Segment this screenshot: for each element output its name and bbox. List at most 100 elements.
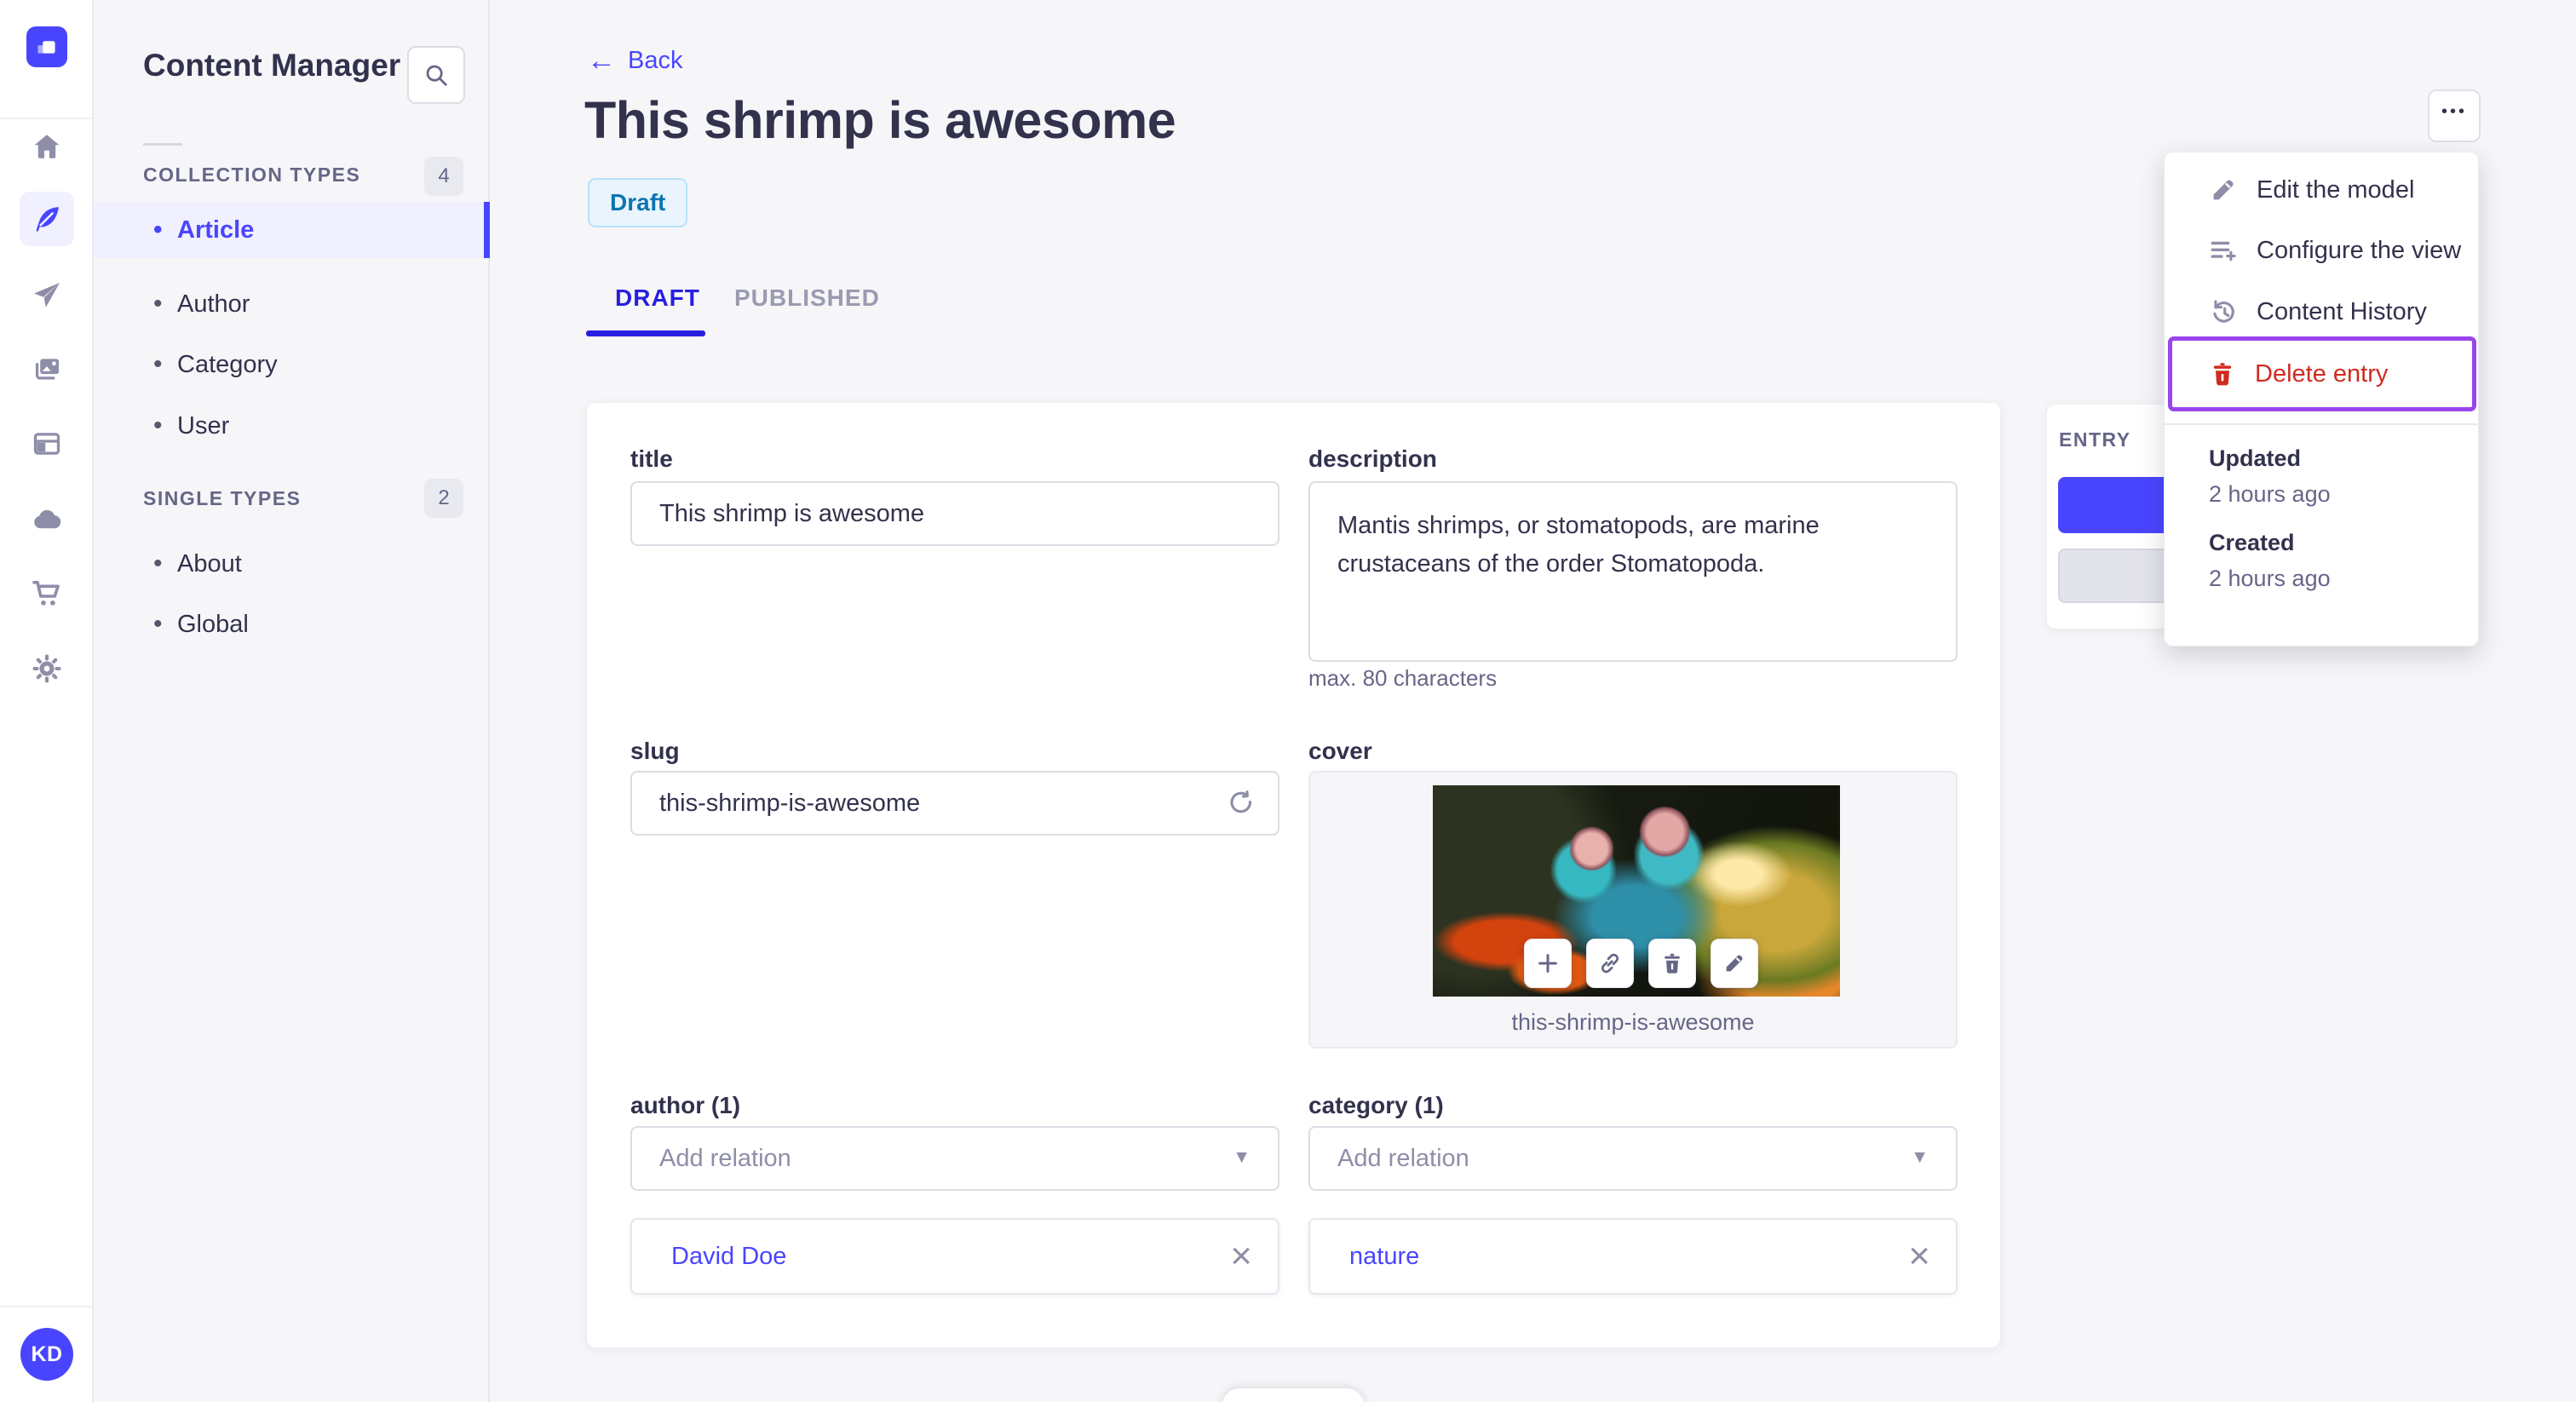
- created-label: Created: [2209, 530, 2295, 555]
- trash-icon: [2213, 363, 2232, 386]
- page-title: This shrimp is awesome: [584, 91, 1176, 149]
- title-input[interactable]: This shrimp is awesome: [630, 481, 1279, 546]
- slug-input-value: this-shrimp-is-awesome: [659, 789, 921, 817]
- search-icon: [426, 65, 447, 86]
- nav-release-send-icon[interactable]: [20, 268, 74, 323]
- collection-types-count-badge: 4: [424, 157, 463, 196]
- copy-link-button[interactable]: [1586, 939, 1634, 988]
- category-relation-select[interactable]: Add relation ▼: [1308, 1126, 1958, 1191]
- section-collection-types: COLLECTION TYPES: [143, 164, 361, 186]
- main-navigation-rail: KD: [0, 0, 94, 1402]
- nav-home-icon[interactable]: [20, 119, 74, 174]
- link-icon: [1601, 953, 1619, 974]
- title-field-label: title: [630, 445, 673, 472]
- remove-category-relation-icon[interactable]: ×: [1908, 1238, 1930, 1275]
- history-clock-icon: [2213, 300, 2234, 323]
- sidebar-item-label: Article: [177, 215, 255, 244]
- category-relation-item: nature ×: [1308, 1218, 1958, 1295]
- nav-marketplace-cart-icon[interactable]: [20, 566, 74, 621]
- remove-author-relation-icon[interactable]: ×: [1230, 1238, 1252, 1275]
- author-select-placeholder: Add relation: [659, 1144, 791, 1172]
- menu-item-label: Edit the model: [2257, 175, 2415, 204]
- sidebar-divider: [143, 143, 182, 146]
- cover-action-toolbar: [1524, 939, 1758, 988]
- single-types-count-badge: 2: [424, 479, 463, 518]
- nav-content-manager-feather-icon[interactable]: [20, 192, 74, 246]
- menu-item-label: Delete entry: [2255, 359, 2389, 388]
- content-manager-sidebar: Content Manager COLLECTION TYPES 4 • Art…: [94, 0, 490, 1402]
- nav-settings-gear-icon[interactable]: [20, 641, 74, 696]
- author-relation-item: David Doe ×: [630, 1218, 1279, 1295]
- floating-toolbar-partial[interactable]: [1222, 1388, 1365, 1402]
- description-hint: max. 80 characters: [1308, 665, 1498, 691]
- slug-input[interactable]: this-shrimp-is-awesome: [630, 771, 1279, 836]
- nav-cloud-icon[interactable]: [20, 492, 74, 547]
- bullet-icon: •: [153, 290, 163, 318]
- category-select-placeholder: Add relation: [1337, 1144, 1469, 1172]
- back-arrow-icon: ←: [587, 44, 616, 77]
- sidebar-item-category[interactable]: • Category: [94, 336, 490, 393]
- plus-icon: [1538, 954, 1557, 973]
- nav-media-library-icon[interactable]: [20, 342, 74, 397]
- sidebar-item-label: Global: [177, 610, 249, 638]
- section-single-types: SINGLE TYPES: [143, 487, 302, 509]
- bullet-icon: •: [153, 610, 163, 638]
- category-field-label: category (1): [1308, 1092, 1444, 1118]
- category-relation-link[interactable]: nature: [1349, 1243, 1419, 1271]
- more-actions-button[interactable]: •••: [2428, 89, 2481, 142]
- menu-item-content-history[interactable]: Content History: [2165, 281, 2480, 342]
- app-window: KD Content Manager COLLECTION TYPES 4 • …: [0, 0, 2576, 1402]
- sidebar-item-author[interactable]: • Author: [94, 276, 490, 332]
- cover-media-widget: this-shrimp-is-awesome: [1308, 771, 1958, 1049]
- sidebar-item-article[interactable]: • Article: [94, 202, 490, 258]
- sidebar-item-user[interactable]: • User: [94, 398, 490, 454]
- bullet-icon: •: [153, 350, 163, 378]
- bullet-icon: •: [153, 411, 163, 440]
- menu-item-delete-entry[interactable]: Delete entry: [2165, 343, 2480, 405]
- entry-form-card: title This shrimp is awesome description…: [587, 403, 2000, 1347]
- updated-label: Updated: [2209, 445, 2301, 471]
- title-input-value: This shrimp is awesome: [659, 499, 925, 527]
- bullet-icon: •: [153, 215, 163, 244]
- strapi-logo-icon[interactable]: [26, 26, 67, 67]
- menu-item-label: Content History: [2257, 297, 2427, 325]
- description-value: Mantis shrimps, or stomatopods, are mari…: [1337, 512, 1820, 577]
- nav-layout-icon[interactable]: [20, 417, 74, 471]
- sidebar-item-label: Author: [177, 290, 250, 318]
- slug-field-label: slug: [630, 738, 680, 764]
- delete-media-button[interactable]: [1648, 939, 1696, 988]
- edit-media-button[interactable]: [1711, 939, 1758, 988]
- avatar-initials: KD: [31, 1342, 63, 1366]
- menu-divider: [2165, 423, 2480, 425]
- sidebar-title: Content Manager: [143, 48, 401, 83]
- menu-item-label: Configure the view: [2257, 236, 2462, 264]
- rail-divider-bottom: [0, 1306, 94, 1307]
- configure-list-icon: [2211, 241, 2236, 261]
- regenerate-slug-icon[interactable]: [1227, 789, 1256, 818]
- menu-item-configure-the-view[interactable]: Configure the view: [2165, 220, 2480, 281]
- more-actions-menu: Edit the model Configure the view Conten…: [2164, 152, 2480, 646]
- chevron-down-icon: ▼: [1911, 1146, 1929, 1167]
- author-field-label: author (1): [630, 1092, 741, 1118]
- back-link[interactable]: ← Back: [587, 44, 682, 78]
- menu-item-edit-the-model[interactable]: Edit the model: [2165, 159, 2480, 221]
- user-avatar[interactable]: KD: [20, 1328, 73, 1381]
- more-dots-icon: •••: [2441, 101, 2467, 121]
- tab-published[interactable]: PUBLISHED: [734, 284, 880, 312]
- sidebar-item-about[interactable]: • About: [94, 536, 490, 592]
- bullet-icon: •: [153, 549, 163, 577]
- add-media-button[interactable]: [1524, 939, 1572, 988]
- search-button[interactable]: [407, 46, 465, 104]
- pencil-icon: [2213, 180, 2234, 200]
- sidebar-item-global[interactable]: • Global: [94, 596, 490, 652]
- sidebar-item-label: User: [177, 411, 230, 440]
- chevron-down-icon: ▼: [1233, 1146, 1251, 1167]
- author-relation-select[interactable]: Add relation ▼: [630, 1126, 1279, 1191]
- description-textarea[interactable]: Mantis shrimps, or stomatopods, are mari…: [1308, 481, 1958, 662]
- author-relation-link[interactable]: David Doe: [671, 1243, 786, 1271]
- tab-draft[interactable]: DRAFT: [615, 284, 700, 312]
- active-tab-indicator: [586, 330, 705, 336]
- cover-field-label: cover: [1308, 738, 1372, 764]
- cover-filename: this-shrimp-is-awesome: [1511, 1009, 1755, 1035]
- back-label: Back: [628, 47, 683, 74]
